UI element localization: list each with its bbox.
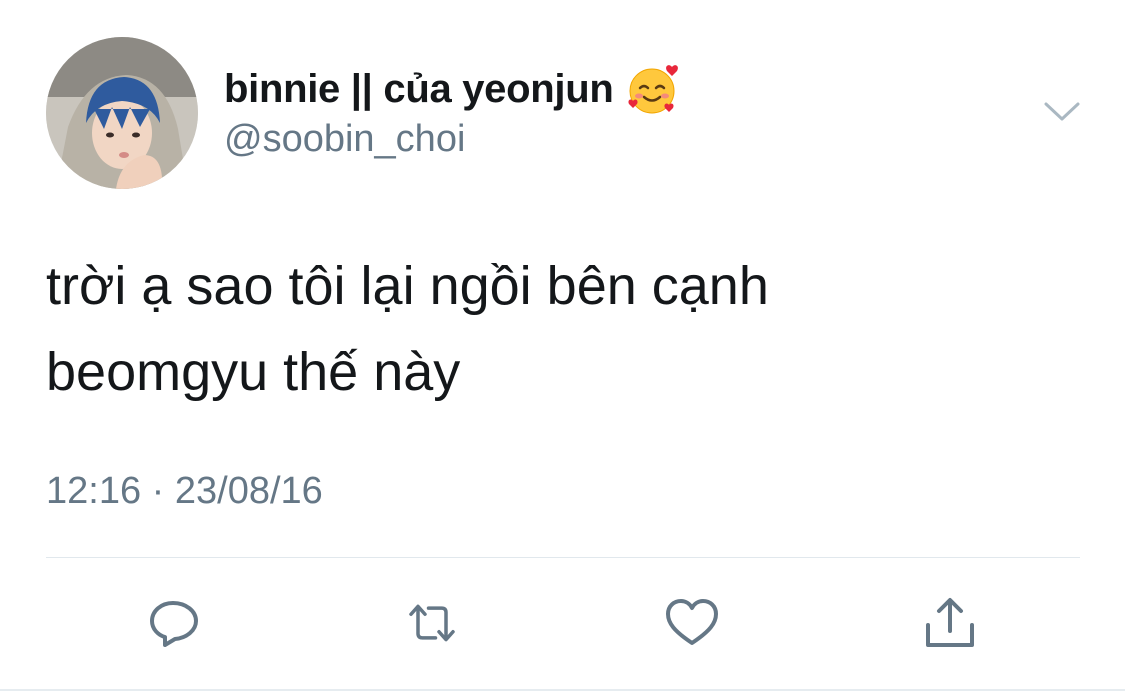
like-button[interactable] xyxy=(664,595,720,651)
share-button[interactable] xyxy=(922,595,978,651)
speech-bubble-icon xyxy=(150,601,198,647)
heart-outline-icon xyxy=(666,599,718,645)
reply-button[interactable] xyxy=(146,595,202,651)
more-options-chevron-icon[interactable] xyxy=(1042,98,1082,126)
avatar-image xyxy=(46,37,198,189)
tweet-text-line: trời ạ sao tôi lại ngồi bên cạnh xyxy=(46,256,769,316)
smiling-face-with-hearts-icon xyxy=(625,61,681,117)
avatar[interactable] xyxy=(46,37,198,189)
retweet-button[interactable] xyxy=(404,595,460,651)
divider xyxy=(46,557,1080,558)
tweet-text-line: beomgyu thế này xyxy=(46,342,461,402)
tweet-text: trời ạ sao tôi lại ngồi bên cạnh beomgyu… xyxy=(46,243,1076,415)
user-handle[interactable]: @soobin_choi xyxy=(224,118,465,161)
tweet-timestamp[interactable]: 12:16 · 23/08/16 xyxy=(46,470,323,513)
author-name-row: binnie || của yeonjun xyxy=(224,62,681,116)
retweet-arrows-icon xyxy=(409,604,455,642)
display-name[interactable]: binnie || của yeonjun xyxy=(224,67,614,112)
share-upload-icon xyxy=(926,598,974,647)
